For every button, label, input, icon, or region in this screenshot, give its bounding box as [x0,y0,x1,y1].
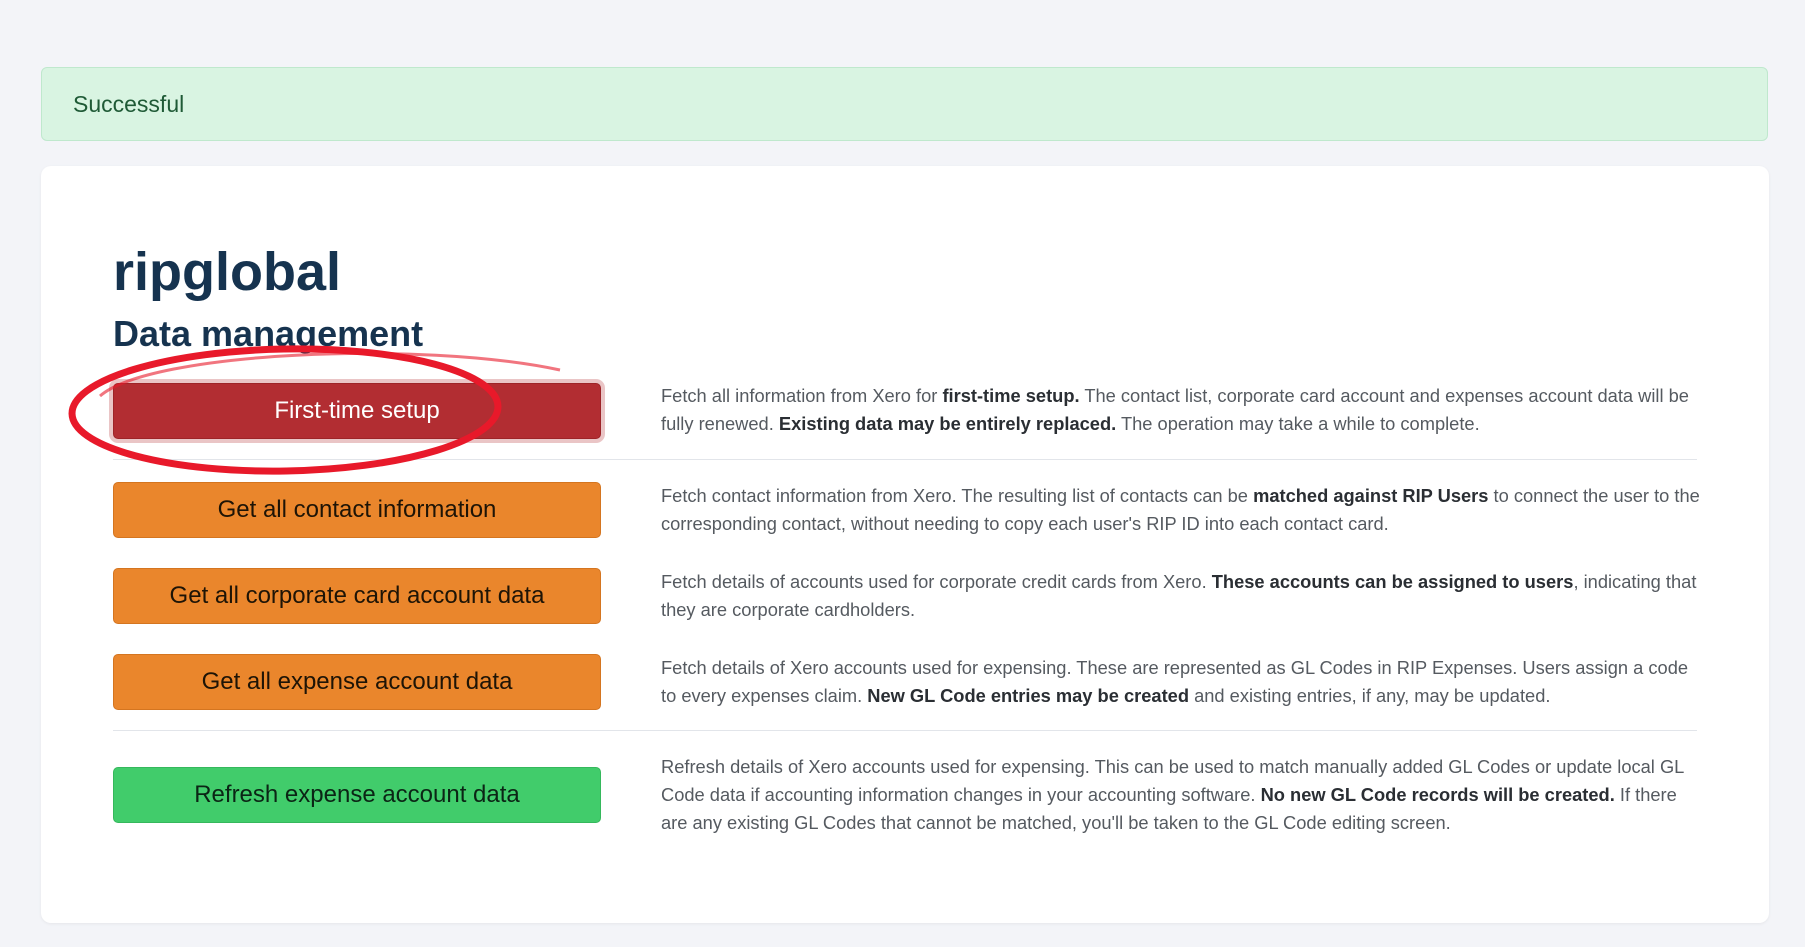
description-emphasis: These accounts can be assigned to users [1211,571,1574,592]
get-all-corporate-card-account-data-button[interactable]: Get all corporate card account data [113,568,601,624]
success-alert: Successful [41,67,1768,141]
refresh-expense-account-data-description: Refresh details of Xero accounts used fo… [661,753,1701,837]
description-emphasis: No new GL Code records will be created. [1260,784,1615,805]
section-title: Data management [113,313,424,354]
description-text: Fetch all information from Xero for [661,385,943,406]
get-all-corporate-card-account-data-description: Fetch details of accounts used for corpo… [661,568,1701,624]
get-all-contact-information-description: Fetch contact information from Xero. The… [661,482,1701,538]
get-all-expense-account-data-button[interactable]: Get all expense account data [113,654,601,710]
get-all-expense-account-data-description: Fetch details of Xero accounts used for … [661,654,1701,710]
description-text: and existing entries, if any, may be upd… [1189,685,1551,706]
description-emphasis: matched against RIP Users [1253,485,1489,506]
description-text: Fetch details of accounts used for corpo… [661,571,1212,592]
divider [113,730,1697,731]
first-time-setup-description: Fetch all information from Xero for firs… [661,382,1701,438]
refresh-expense-account-data-button[interactable]: Refresh expense account data [113,767,601,823]
description-text: The operation may take a while to comple… [1116,413,1480,434]
description-text: Fetch contact information from Xero. The… [661,485,1254,506]
description-emphasis: first-time setup. [942,385,1080,406]
alert-message: Successful [73,91,185,117]
description-emphasis: Existing data may be entirely replaced. [778,413,1117,434]
first-time-setup-button[interactable]: First-time setup [113,383,601,439]
organization-name: ripglobal [113,242,341,302]
description-emphasis: New GL Code entries may be created [867,685,1189,706]
get-all-contact-information-button[interactable]: Get all contact information [113,482,601,538]
divider [113,459,1697,460]
